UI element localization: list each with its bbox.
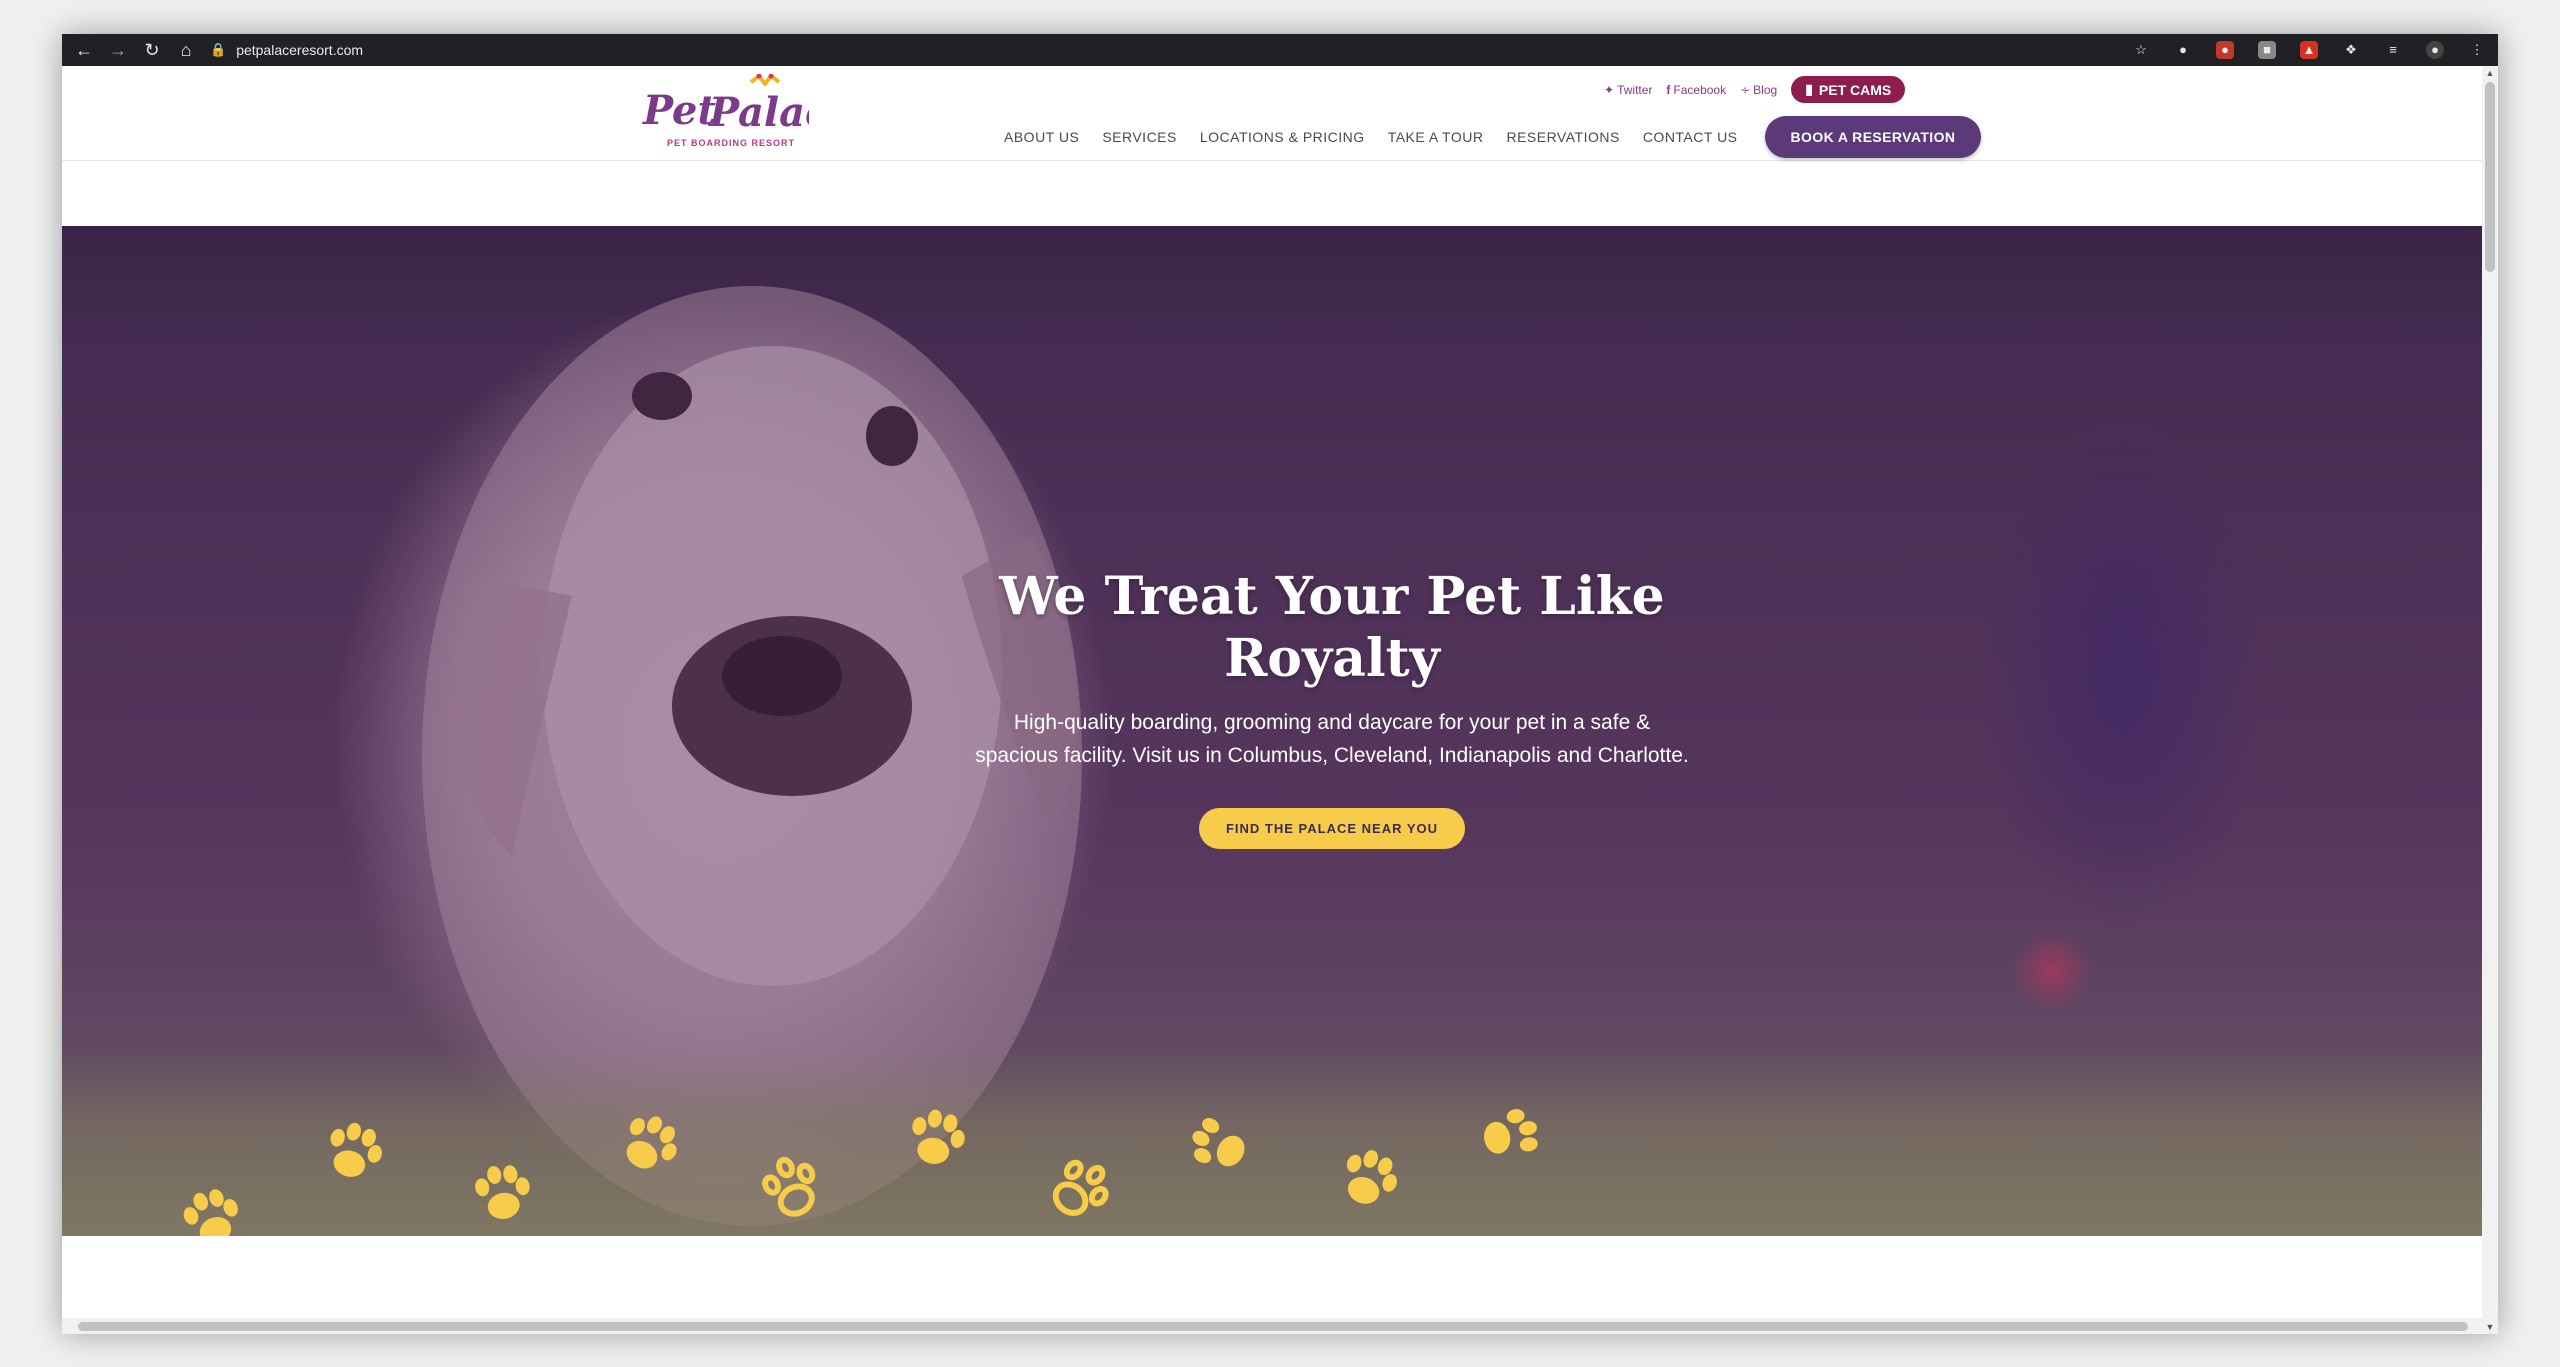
paw-print-icon [330, 1122, 382, 1177]
horizontal-scrollbar[interactable] [62, 1318, 2482, 1334]
paw-print-icon [1484, 1109, 1538, 1154]
book-reservation-button[interactable]: BOOK A RESERVATION [1764, 116, 1982, 158]
find-palace-button[interactable]: FIND THE PALACE NEAR YOU [1198, 808, 1466, 849]
extensions-puzzle-icon[interactable]: ❖ [2342, 41, 2360, 59]
site-header: Pet Palace PET BOARDING RESORT ✦Twitter … [62, 66, 2482, 161]
reading-list-icon[interactable]: ≡ [2384, 41, 2402, 59]
browser-toolbar: ← → ↻ ⌂ 🔒 petpalaceresort.com ☆ ● ● ■ ▲ … [62, 34, 2498, 66]
rss-icon: ∻ [1740, 82, 1751, 97]
pet-palace-logo[interactable]: Pet Palace PET BOARDING RESORT [639, 74, 809, 154]
address-bar[interactable]: petpalaceresort.com [236, 42, 363, 58]
hero-title: We Treat Your Pet Like Royalty [999, 566, 1665, 689]
scroll-up-icon[interactable]: ▲ [2482, 68, 2498, 78]
paw-print-icon [762, 1156, 816, 1217]
twitter-link[interactable]: ✦ Twitter [1604, 83, 1652, 97]
profile-avatar-icon[interactable]: ● [2426, 41, 2444, 59]
social-links: ✦ Twitter f Facebook ∻ Blog ▮ PET CAMS [1604, 76, 1906, 103]
paw-print-icon [1192, 1118, 1245, 1167]
paw-print-icon [626, 1116, 677, 1169]
vertical-scrollbar[interactable]: ▲ ▼ [2482, 66, 2498, 1334]
nav-item-reservations[interactable]: RESERVATIONS [1506, 129, 1619, 145]
reload-icon[interactable]: ↻ [142, 40, 162, 61]
pet-cams-button[interactable]: ▮ PET CAMS [1791, 76, 1906, 103]
nav-item-take-a-tour[interactable]: TAKE A TOUR [1388, 129, 1484, 145]
paw-print-icon [475, 1165, 530, 1219]
blog-link[interactable]: ∻ Blog [1740, 83, 1777, 97]
main-nav: ABOUT US SERVICES LOCATIONS & PRICING TA… [1004, 116, 1982, 158]
svg-text:Pet: Pet [642, 87, 716, 134]
hero-subtitle: High-quality boarding, grooming and dayc… [975, 711, 1689, 767]
hero-banner: We Treat Your Pet Like Royalty High-qual… [62, 226, 2482, 1236]
extension-pdf-icon[interactable]: ▲ [2300, 41, 2318, 59]
vertical-scrollbar-thumb[interactable] [2485, 82, 2495, 272]
svg-text:PET BOARDING RESORT: PET BOARDING RESORT [667, 138, 795, 148]
nav-item-locations-pricing[interactable]: LOCATIONS & PRICING [1200, 129, 1365, 145]
nav-item-services[interactable]: SERVICES [1102, 129, 1177, 145]
lock-icon[interactable]: 🔒 [210, 42, 226, 58]
horizontal-scrollbar-thumb[interactable] [78, 1322, 2468, 1331]
bookmark-star-icon[interactable]: ☆ [2132, 41, 2150, 59]
home-icon[interactable]: ⌂ [176, 40, 196, 61]
twitter-icon: ✦ [1604, 82, 1615, 97]
pet-cams-label: PET CAMS [1818, 81, 1892, 98]
svg-text:Palace: Palace [708, 89, 809, 136]
video-camera-icon: ▮ [1805, 81, 1813, 97]
blog-label: Blog [1753, 82, 1778, 97]
paw-print-icon [1346, 1150, 1397, 1204]
extension-grey-icon[interactable]: ■ [2258, 41, 2276, 59]
paw-print-icon [912, 1109, 965, 1164]
facebook-icon: f [1666, 82, 1671, 97]
menu-kebab-icon[interactable]: ⋮ [2468, 41, 2486, 59]
paw-print-icon [1052, 1159, 1109, 1216]
hero-ground [62, 1046, 2482, 1236]
twitter-label: Twitter [1617, 82, 1653, 97]
extension-red-icon[interactable]: ● [2216, 41, 2234, 59]
paw-print-icon [183, 1189, 238, 1236]
scroll-down-icon[interactable]: ▼ [2482, 1322, 2498, 1332]
facebook-label: Facebook [1673, 82, 1727, 97]
hero-content: We Treat Your Pet Like Royalty High-qual… [962, 566, 1702, 849]
extension-bulb-icon[interactable]: ● [2174, 41, 2192, 59]
forward-icon[interactable]: → [108, 40, 128, 61]
nav-item-contact-us[interactable]: CONTACT US [1643, 129, 1738, 145]
webpage: Pet Palace PET BOARDING RESORT ✦Twitter … [62, 66, 2482, 1334]
browser-window: ← → ↻ ⌂ 🔒 petpalaceresort.com ☆ ● ● ■ ▲ … [62, 34, 2498, 1334]
nav-item-about-us[interactable]: ABOUT US [1004, 129, 1079, 145]
facebook-link[interactable]: f Facebook [1666, 83, 1726, 97]
back-icon[interactable]: ← [74, 40, 94, 61]
